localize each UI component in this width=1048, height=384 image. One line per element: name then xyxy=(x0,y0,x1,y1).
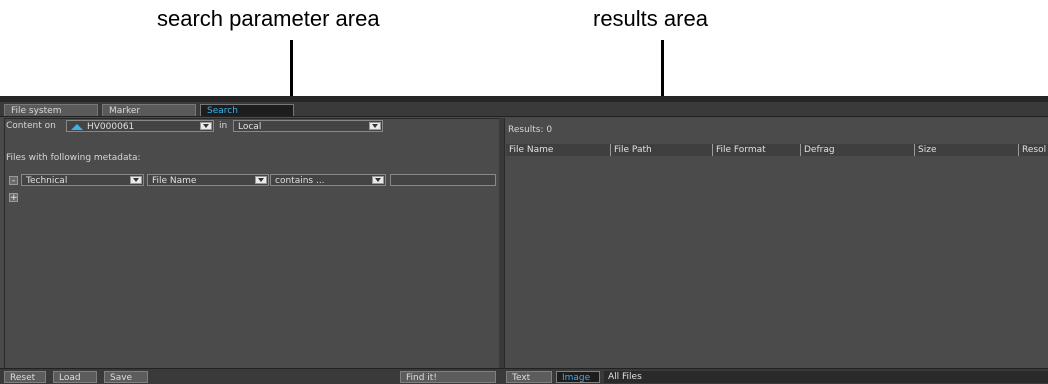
tab-marker[interactable]: Marker xyxy=(102,104,196,116)
operator-dropdown[interactable]: contains ... xyxy=(270,174,386,186)
results-table-header: File Name File Path File Format Defrag S… xyxy=(506,144,1048,156)
results-area-annotation: results area xyxy=(593,6,708,31)
location-dropdown[interactable]: Local xyxy=(233,120,383,132)
chevron-down-icon xyxy=(255,176,267,184)
location-value: Local xyxy=(238,122,262,132)
chevron-down-icon xyxy=(200,122,212,130)
content-on-dropdown[interactable]: HV000061 xyxy=(66,120,214,132)
bottom-bar: Reset Load Save Find it! Text Image All … xyxy=(0,368,1048,384)
tab-text[interactable]: Text xyxy=(506,371,552,383)
house-icon xyxy=(71,124,83,130)
reset-button[interactable]: Reset xyxy=(4,371,46,383)
chevron-down-icon xyxy=(372,176,384,184)
tab-file-system[interactable]: File system xyxy=(4,104,98,116)
column-header-file-path[interactable]: File Path xyxy=(610,144,712,156)
tab-image[interactable]: Image xyxy=(556,371,600,383)
tab-search[interactable]: Search xyxy=(200,104,294,116)
column-header-defrag[interactable]: Defrag xyxy=(800,144,914,156)
add-criterion-button[interactable]: + xyxy=(9,193,18,203)
column-header-file-format[interactable]: File Format xyxy=(712,144,800,156)
category-value: Technical xyxy=(26,176,68,186)
operator-value: contains ... xyxy=(275,176,325,186)
remove-criterion-button[interactable]: - xyxy=(9,176,18,186)
content-on-value: HV000061 xyxy=(87,122,135,132)
chevron-down-icon xyxy=(369,122,381,130)
search-window: File system Marker Search Content on HV0… xyxy=(0,96,1048,384)
field-value: File Name xyxy=(152,176,197,186)
criterion-value-input[interactable] xyxy=(390,174,496,186)
metadata-label: Files with following metadata: xyxy=(6,153,141,163)
file-filter-dropdown[interactable]: All Files xyxy=(604,371,1048,383)
load-button[interactable]: Load xyxy=(53,371,97,383)
column-header-file-name[interactable]: File Name xyxy=(506,144,610,156)
category-dropdown[interactable]: Technical xyxy=(21,174,144,186)
tab-bar: File system Marker Search xyxy=(0,102,1048,117)
find-it-button[interactable]: Find it! xyxy=(400,371,496,383)
save-button[interactable]: Save xyxy=(104,371,148,383)
field-dropdown[interactable]: File Name xyxy=(147,174,269,186)
column-header-resolution[interactable]: Resol xyxy=(1018,144,1048,156)
content-on-label: Content on xyxy=(6,121,56,131)
in-label: in xyxy=(219,121,228,131)
search-area-annotation: search parameter area xyxy=(157,6,380,31)
results-count: Results: 0 xyxy=(508,125,553,135)
chevron-down-icon xyxy=(130,176,142,184)
column-header-size[interactable]: Size xyxy=(914,144,1018,156)
